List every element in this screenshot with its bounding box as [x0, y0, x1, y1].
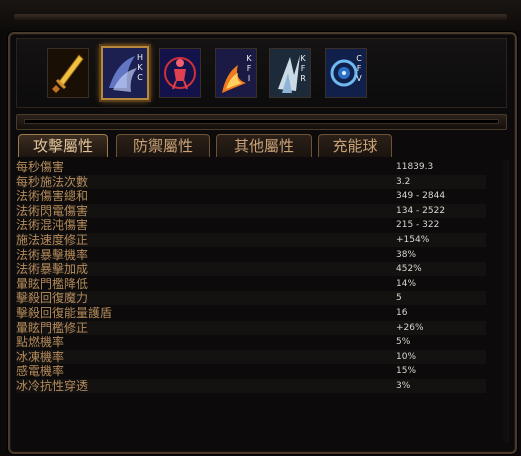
stat-row: 每秒傷害 11839.3: [16, 160, 486, 174]
hotkey-letter: K: [246, 54, 252, 63]
stat-row: 點燃機率 5%: [16, 335, 486, 349]
skill-gem-4-hotkeys: K F I: [245, 54, 253, 84]
stat-value: 3.2: [396, 176, 411, 187]
stat-label: 擊殺回復魔力: [16, 291, 89, 306]
skill-gem-5[interactable]: K F R: [269, 48, 311, 98]
stat-row: 法術暴擊加成 452%: [16, 262, 486, 277]
skill-gem-1[interactable]: [47, 48, 89, 98]
stat-label: 法術傷害總和: [16, 189, 89, 204]
stat-label: 點燃機率: [16, 335, 65, 350]
hotkey-letter: H: [136, 53, 143, 62]
skill-gem-2-hotkeys: H K C: [136, 53, 144, 83]
stat-label: 暈眩門檻修正: [16, 320, 89, 335]
stats-list: 每秒傷害 11839.3 每秒施法次數 3.2 法術傷害總和 349 - 2844 法術閃電…: [16, 160, 486, 446]
stat-row: 施法速度修正 +154%: [16, 233, 486, 247]
stat-value: 452%: [396, 264, 422, 275]
stat-value: 134 - 2522: [396, 205, 446, 216]
stat-row: 冰凍機率 10%: [16, 349, 486, 364]
tab-charges[interactable]: 充能球: [318, 134, 392, 157]
stat-value: 15%: [396, 366, 417, 377]
section-divider: [16, 114, 507, 130]
stat-label: 法術閃電傷害: [16, 203, 89, 218]
stat-label: 擊殺回復能量護盾: [16, 306, 113, 320]
stat-value: 349 - 2844: [396, 191, 446, 202]
list-side-shade: [499, 160, 509, 442]
tab-other-stats[interactable]: 其他屬性: [216, 134, 312, 157]
tab-attack-stats[interactable]: 攻擊屬性: [18, 134, 108, 157]
stat-row: 法術暴擊機率 38%: [16, 248, 486, 262]
stat-value: 3%: [396, 381, 411, 391]
hotkey-letter: V: [356, 74, 362, 83]
stat-label: 感電機率: [16, 364, 65, 379]
sword-skill-icon: [48, 49, 88, 97]
skill-gem-5-hotkeys: K F R: [299, 54, 307, 84]
figure-aura-skill-icon: [160, 49, 200, 97]
stat-label: 每秒傷害: [16, 160, 65, 174]
stat-value: 10%: [396, 351, 417, 362]
stat-row: 擊殺回復魔力 5: [16, 291, 486, 306]
stat-value: 5: [396, 293, 402, 304]
hotkey-letter: F: [300, 64, 306, 73]
skill-gem-6[interactable]: C F V: [325, 48, 367, 98]
stat-label: 冰凍機率: [16, 349, 65, 364]
skill-gem-2[interactable]: H K C: [101, 46, 149, 100]
skill-gem-4[interactable]: K F I: [215, 48, 257, 98]
stat-label: 每秒施法次數: [16, 174, 89, 189]
hotkey-letter: R: [300, 74, 306, 83]
stat-label: 暈眩門檻降低: [16, 276, 89, 291]
hotkey-letter: I: [247, 74, 251, 83]
stat-row: 法術閃電傷害 134 - 2522: [16, 203, 486, 218]
window-top-frame: [0, 0, 521, 30]
stat-value: +26%: [396, 322, 424, 333]
skill-gem-bar: H K C K F I K F R C F V: [16, 38, 507, 108]
stat-value: 38%: [396, 249, 417, 260]
hotkey-letter: K: [300, 54, 306, 63]
skill-gem-3[interactable]: [159, 48, 201, 98]
stat-row: 法術混沌傷害 215 - 322: [16, 218, 486, 232]
stat-label: 法術混沌傷害: [16, 218, 89, 233]
stat-label: 冰冷抗性穿透: [16, 379, 89, 393]
stat-label: 法術暴擊機率: [16, 247, 89, 262]
stat-row: 法術傷害總和 349 - 2844: [16, 189, 486, 203]
frame-lip: [14, 14, 507, 20]
stat-label: 法術暴擊加成: [16, 262, 89, 277]
hotkey-letter: F: [246, 64, 252, 73]
hotkey-letter: C: [137, 73, 143, 82]
stat-value: 14%: [396, 278, 417, 289]
hotkey-letter: K: [137, 63, 143, 72]
hotkey-letter: C: [356, 54, 362, 63]
character-stats-panel: H K C K F I K F R C F V 攻擊屬性 防禦屬性 其他屬性 充…: [8, 32, 517, 454]
stat-value: 5%: [396, 337, 411, 348]
stat-row: 暈眩門檻修正 +26%: [16, 320, 486, 335]
stat-value: 11839.3: [396, 162, 434, 172]
skill-gem-6-hotkeys: C F V: [355, 54, 363, 84]
hotkey-letter: F: [356, 64, 362, 73]
stat-row: 暈眩門檻降低 14%: [16, 277, 486, 291]
tab-defense-stats[interactable]: 防禦屬性: [116, 134, 210, 157]
stat-value: 215 - 322: [396, 220, 440, 231]
stat-row: 每秒施法次數 3.2: [16, 174, 486, 189]
stat-label: 施法速度修正: [16, 233, 89, 247]
stat-row: 冰冷抗性穿透 3%: [16, 379, 486, 393]
stat-value: 16: [396, 308, 408, 318]
stat-row: 擊殺回復能量護盾 16: [16, 306, 486, 320]
stat-row: 感電機率 15%: [16, 364, 486, 378]
stat-value: +154%: [396, 235, 430, 245]
